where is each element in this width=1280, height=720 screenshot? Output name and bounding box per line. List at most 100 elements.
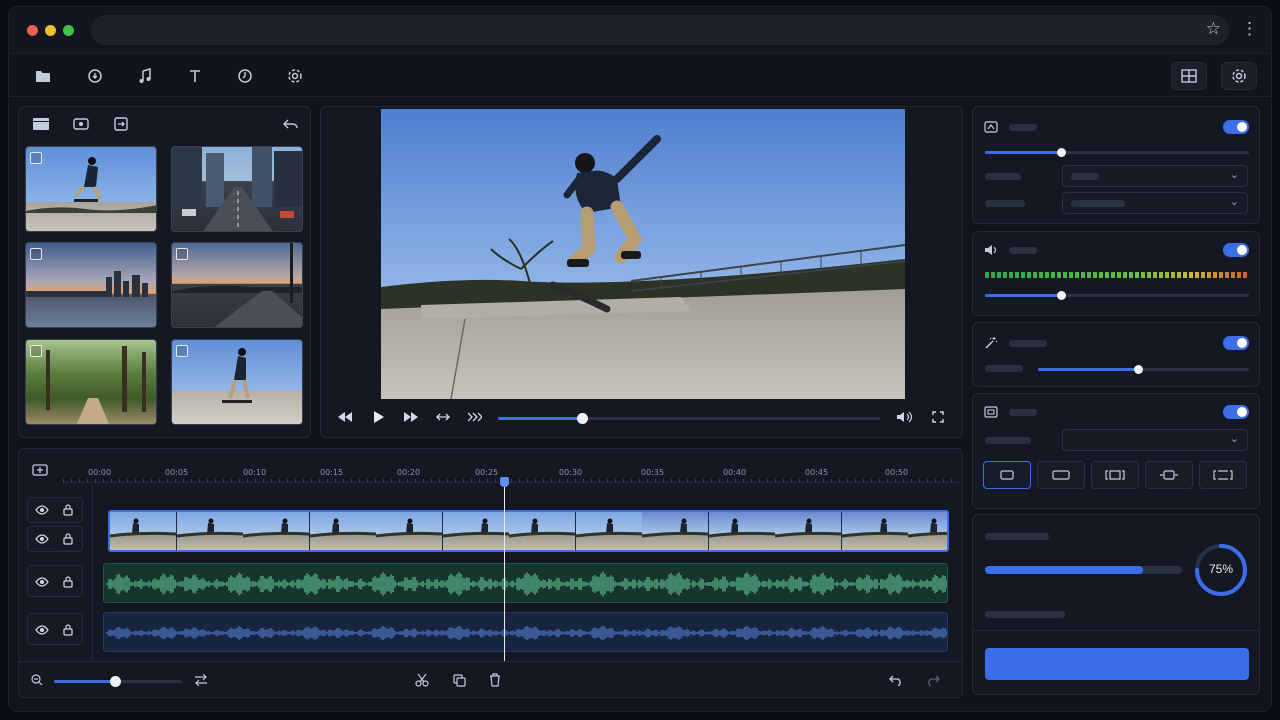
export-progress-bar — [985, 566, 1182, 574]
preferences-icon[interactable] — [1221, 62, 1257, 90]
lock-icon[interactable] — [60, 502, 76, 518]
crop-shape-fill[interactable] — [1199, 461, 1247, 489]
undo-icon[interactable] — [281, 115, 301, 133]
trash-icon[interactable] — [487, 672, 503, 688]
media-import-icon[interactable] — [77, 62, 113, 90]
effects-icon[interactable] — [227, 62, 263, 90]
crop-shape-fit[interactable] — [1145, 461, 1193, 489]
skip-icon[interactable] — [467, 410, 483, 424]
media-thumbnail-park-trees[interactable] — [25, 339, 157, 425]
ruler-tick: 00:30 — [559, 468, 583, 477]
track-control-voice — [27, 613, 83, 645]
fullscreen-icon[interactable] — [929, 410, 947, 424]
color-adjust-toggle[interactable] — [1223, 120, 1249, 134]
media-thumbnail-skater-ride[interactable] — [171, 339, 303, 425]
media-thumbnail-road-dusk[interactable] — [171, 242, 303, 328]
crop-shape-options — [983, 461, 1253, 489]
crop-toggle[interactable] — [1223, 405, 1249, 419]
crop-shape-letterbox[interactable] — [1091, 461, 1139, 489]
eye-icon[interactable] — [34, 622, 50, 638]
eye-icon[interactable] — [34, 502, 50, 518]
crop-ratio-select[interactable]: ⌄ — [1062, 429, 1248, 451]
crop-icon — [983, 404, 999, 420]
color-preset-select[interactable]: ⌄ — [1062, 165, 1248, 187]
screen-record-icon[interactable] — [71, 115, 91, 133]
close-window-button[interactable] — [27, 25, 38, 36]
playhead[interactable] — [500, 477, 509, 661]
loop-icon[interactable] — [435, 410, 451, 424]
layout-icon[interactable] — [1171, 62, 1207, 90]
audio-toggle[interactable] — [1223, 243, 1249, 257]
audio-clip-music[interactable] — [103, 563, 948, 603]
folder-icon[interactable] — [25, 62, 61, 90]
timeline-ruler[interactable]: 00:00 00:05 00:10 00:15 00:20 00:25 00:3… — [63, 453, 959, 483]
eye-icon[interactable] — [34, 574, 50, 590]
play-icon[interactable] — [371, 410, 387, 424]
timeline-zoom-knob[interactable] — [110, 676, 121, 687]
audio-clip-voice[interactable] — [103, 612, 948, 652]
timeline-settings-icon[interactable] — [31, 463, 49, 477]
timeline-redo-icon[interactable] — [925, 672, 941, 688]
rewind-icon[interactable] — [337, 410, 353, 424]
playback-progress-bar[interactable] — [498, 413, 880, 424]
duplicate-icon[interactable] — [451, 672, 467, 688]
media-thumbnail-city-street[interactable] — [171, 146, 303, 232]
crop-shape-square[interactable] — [983, 461, 1031, 489]
swap-icon[interactable] — [193, 672, 209, 688]
playhead-handle[interactable] — [500, 477, 509, 487]
ruler-tick: 00:00 — [88, 468, 112, 477]
timeline-panel: 00:00 00:05 00:10 00:15 00:20 00:25 00:3… — [18, 448, 963, 698]
timeline-zoom-slider[interactable] — [54, 676, 182, 687]
audio-volume-knob[interactable] — [1057, 291, 1066, 300]
bookmark-star-icon[interactable]: ☆ — [1206, 19, 1221, 39]
lock-icon[interactable] — [60, 622, 76, 638]
more-menu-icon[interactable]: ⋮ — [1241, 19, 1258, 39]
music-note-icon[interactable] — [127, 62, 163, 90]
magic-wand-icon — [983, 335, 999, 351]
color-adjust-label — [1009, 124, 1037, 131]
track-control-music — [27, 565, 83, 597]
media-library-panel — [18, 106, 311, 438]
eye-icon[interactable] — [34, 531, 50, 547]
settings-icon[interactable] — [277, 62, 313, 90]
magic-effects-panel — [972, 322, 1260, 387]
select-value — [1071, 173, 1099, 180]
lock-icon[interactable] — [60, 574, 76, 590]
scissors-icon[interactable] — [414, 672, 430, 688]
ruler-tick: 00:20 — [397, 468, 421, 477]
media-thumbnail-skater-jump[interactable] — [25, 146, 157, 232]
lock-icon[interactable] — [60, 531, 76, 547]
export-button[interactable] — [985, 648, 1249, 680]
color-adjust-knob[interactable] — [1057, 148, 1066, 157]
select-value — [1071, 200, 1125, 207]
volume-icon[interactable] — [895, 410, 913, 424]
maximize-window-button[interactable] — [63, 25, 74, 36]
color-adjust-slider[interactable] — [985, 148, 1249, 157]
video-clip[interactable] — [108, 510, 949, 552]
playback-progress-knob[interactable] — [577, 413, 588, 424]
address-bar[interactable]: ☆ — [91, 15, 1229, 45]
video-clip-frames — [110, 512, 947, 550]
crop-shape-wide[interactable] — [1037, 461, 1085, 489]
color-lut-select[interactable]: ⌄ — [1062, 192, 1248, 214]
zoom-out-icon[interactable] — [29, 672, 45, 688]
grid-view-icon[interactable] — [31, 115, 51, 133]
video-preview[interactable] — [381, 109, 905, 399]
magic-toggle[interactable] — [1223, 336, 1249, 350]
audio-volume-slider[interactable] — [985, 291, 1249, 300]
track-control-overlay — [27, 526, 83, 552]
media-thumbnail-skyline-sunset[interactable] — [25, 242, 157, 328]
main-toolbar — [9, 53, 1271, 97]
ruler-minor-ticks — [63, 479, 959, 483]
text-icon[interactable] — [177, 62, 213, 90]
color-adjust-icon — [983, 119, 999, 135]
audio-volume-fill — [985, 294, 1062, 297]
timeline-undo-icon[interactable] — [888, 672, 904, 688]
fast-forward-icon[interactable] — [403, 410, 419, 424]
magic-intensity-knob[interactable] — [1134, 365, 1143, 374]
export-icon[interactable] — [111, 115, 131, 133]
minimize-window-button[interactable] — [45, 25, 56, 36]
magic-intensity-slider[interactable] — [1038, 365, 1249, 374]
video-frame-thumbnail — [443, 512, 510, 550]
video-frame-thumbnail — [775, 512, 842, 550]
